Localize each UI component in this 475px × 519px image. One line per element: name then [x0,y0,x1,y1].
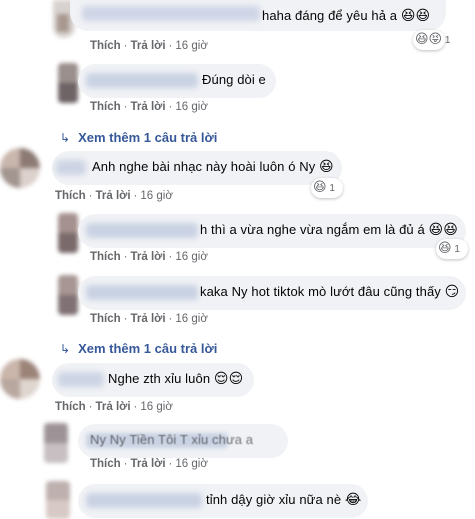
like-button[interactable]: Thích [90,313,121,325]
avatar[interactable] [58,213,78,253]
emoji-icon: 😂 [344,492,362,508]
comment-text: Nghe zth xỉu luôn [108,371,211,386]
comment-bubble: h thì a vừa nghe vừa ngắm em là đủ á 😆😆 [78,214,466,248]
reply-button[interactable]: Trả lời [131,40,166,52]
reaction-badge[interactable]: 😆😝 1 [413,30,450,50]
reply-button[interactable]: Trả lời [131,313,166,325]
avatar[interactable] [44,423,68,463]
like-button[interactable]: Thích [90,101,121,113]
avatar[interactable] [0,148,40,188]
view-more-replies[interactable]: ↳ Xem thêm 1 câu trả lời [60,341,217,356]
timestamp[interactable]: 16 giờ [175,251,207,263]
reaction-badge[interactable]: 😆 1 [311,178,343,198]
emoji-icon: 😌😌 [213,371,244,387]
timestamp[interactable]: 16 giờ [140,401,172,413]
avatar[interactable] [0,359,40,399]
reply-button[interactable]: Trả lời [131,101,166,113]
emoji-icon: 😏 [444,284,460,300]
like-button[interactable]: Thích [90,251,121,263]
comment-bubble: Ny Ny Tiền Tôi T xỉu chưa a [78,424,288,458]
emoji-icon: 😆 [319,159,334,175]
reaction-count: 1 [329,183,335,194]
reply-button[interactable]: Trả lời [131,251,166,263]
like-button[interactable]: Thích [55,401,86,413]
comment-bubble: tỉnh dậy giờ xỉu nữa nè 😂 [78,484,368,518]
comment-text: Ny Ny Tiền Tôi T xỉu chưa a [90,432,254,447]
reaction-badge[interactable]: 😆 1 [436,239,468,259]
comment-bubble: Đúng dòi e [78,64,276,98]
comment-text: haha đáng để yêu hả a [262,8,398,23]
avatar[interactable] [46,481,70,519]
reply-button[interactable]: Trả lời [131,458,166,470]
comment-bubble: haha đáng để yêu hả a 😆😆 [70,0,446,31]
comment-bubble: Nghe zth xỉu luôn 😌😌 [52,363,254,397]
like-button[interactable]: Thích [90,40,121,52]
reaction-emoji-icon: 😆😝 [415,32,443,47]
avatar[interactable] [58,275,78,315]
reaction-emoji-icon: 😆 [438,241,452,256]
reaction-count: 1 [454,244,460,255]
timestamp[interactable]: 16 giờ [175,101,207,113]
view-more-replies[interactable]: ↳ Xem thêm 1 câu trả lời [60,130,217,145]
emoji-icon: 😆😆 [428,222,458,238]
comment-text: kaka Ny hot tiktok mò lướt đâu cũng thấy [200,284,441,299]
reaction-emoji-icon: 😆 [313,180,327,195]
comment-text: Đúng dòi e [202,72,266,87]
timestamp[interactable]: 16 giờ [175,458,207,470]
comment-text: tỉnh dậy giờ xỉu nữa nè [206,492,342,507]
avatar[interactable] [58,63,78,103]
reaction-count: 1 [444,35,451,46]
like-button[interactable]: Thích [90,458,121,470]
comment-bubble: Anh nghe bài nhạc này hoài luôn ó Ny 😆 [52,151,342,185]
reply-button[interactable]: Trả lời [96,190,131,202]
emoji-icon: 😆😆 [400,8,431,24]
like-button[interactable]: Thích [55,190,86,202]
reply-button[interactable]: Trả lời [96,401,131,413]
reply-arrow-icon: ↳ [60,342,71,356]
timestamp[interactable]: 16 giờ [140,190,172,202]
timestamp[interactable]: 16 giờ [175,40,207,52]
comment-text: h thì a vừa nghe vừa ngắm em là đủ á [200,222,425,237]
comment-text: Anh nghe bài nhạc này hoài luôn ó Ny [92,159,316,174]
reply-arrow-icon: ↳ [60,131,71,145]
timestamp[interactable]: 16 giờ [175,313,207,325]
comment-bubble: kaka Ny hot tiktok mò lướt đâu cũng thấy… [78,276,466,310]
